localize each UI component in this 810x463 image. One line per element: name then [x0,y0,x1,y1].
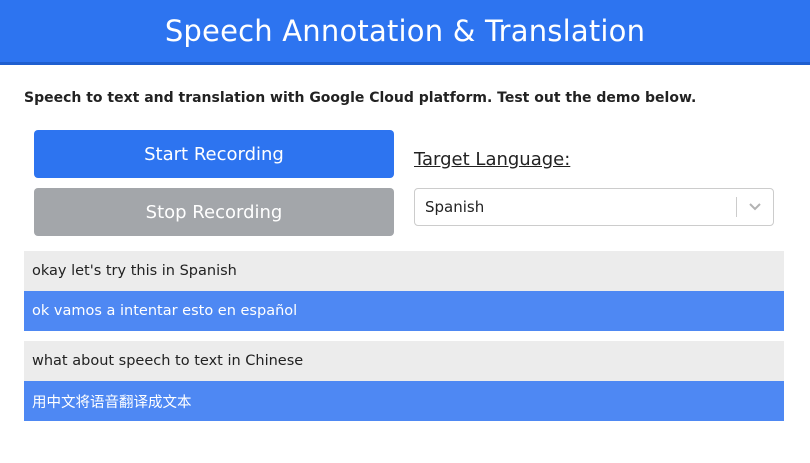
transcript-translation-row: ok vamos a intentar esto en español [24,291,784,331]
chevron-down-icon[interactable] [737,189,773,225]
transcript-source-row: okay let's try this in Spanish [24,251,784,291]
transcript-source-row: what about speech to text in Chinese [24,341,784,381]
target-language-select[interactable]: Spanish [414,188,774,226]
app-header: Speech Annotation & Translation [0,0,810,65]
stop-recording-button[interactable]: Stop Recording [34,188,394,236]
selected-language: Spanish [425,198,485,216]
transcript-translation-row: 用中文将语音翻译成文本 [24,381,784,421]
target-language-label: Target Language: [414,149,571,170]
start-recording-button[interactable]: Start Recording [34,130,394,178]
page-title: Speech Annotation & Translation [164,14,646,48]
intro-text: Speech to text and translation with Goog… [24,90,697,106]
